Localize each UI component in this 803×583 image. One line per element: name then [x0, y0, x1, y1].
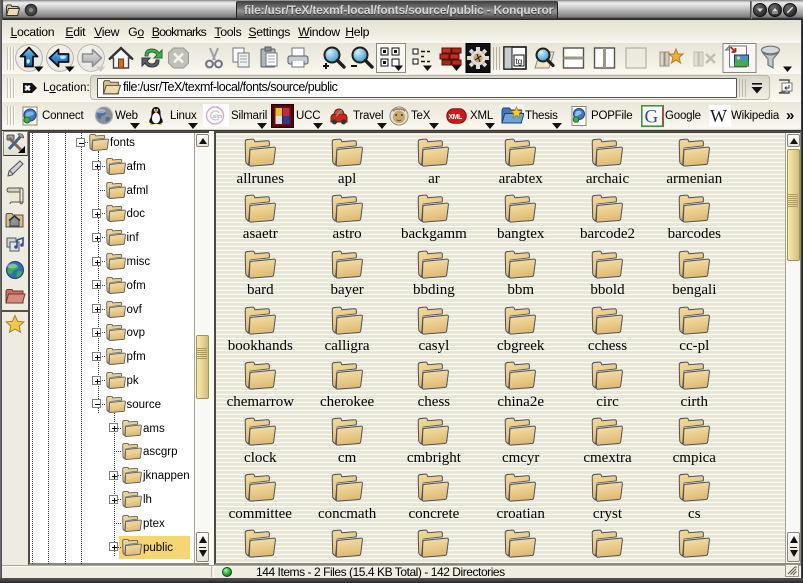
svg-text:tg: tg: [516, 57, 523, 66]
svg-text:XML: XML: [449, 114, 464, 121]
svg-text:silm: silm: [213, 114, 223, 120]
svg-text:W: W: [710, 106, 727, 126]
svg-text:G: G: [645, 107, 659, 128]
